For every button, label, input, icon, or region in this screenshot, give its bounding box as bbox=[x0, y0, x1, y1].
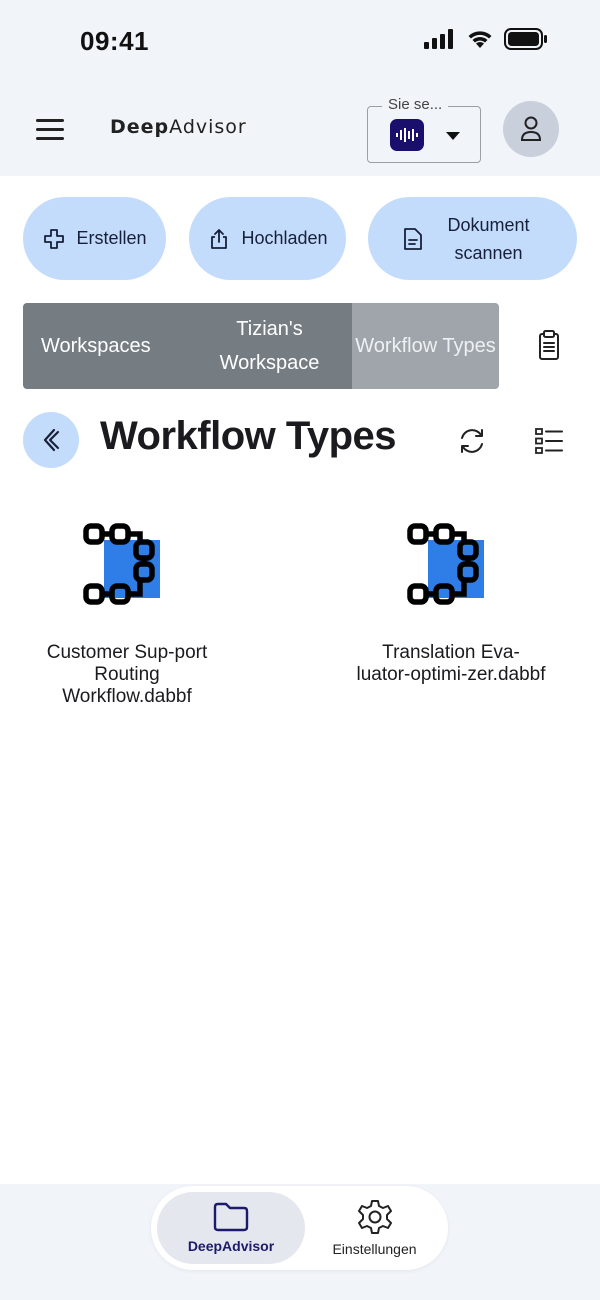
voice-select[interactable]: Sie se... bbox=[367, 96, 481, 163]
upload-button-label: Hochladen bbox=[241, 228, 328, 248]
folder-icon bbox=[213, 1202, 249, 1232]
nav-label-deepadvisor: DeepAdvisor bbox=[187, 1238, 275, 1254]
back-button[interactable] bbox=[23, 412, 79, 468]
upload-button[interactable]: Hochladen bbox=[189, 197, 346, 280]
breadcrumb-item-workflow-types[interactable]: Workflow Types bbox=[352, 303, 499, 389]
workflow-icon bbox=[407, 523, 484, 605]
plus-icon bbox=[44, 228, 65, 249]
signal-icon bbox=[424, 29, 453, 49]
brand-part-deep: Deep bbox=[110, 116, 170, 138]
app-brand: DeepAdvisor bbox=[110, 116, 247, 138]
audio-wave-icon bbox=[390, 119, 424, 151]
chevron-left-icon bbox=[43, 428, 60, 452]
page-title: Workflow Types bbox=[100, 414, 397, 458]
nav-label-settings: Einstellungen bbox=[332, 1241, 417, 1257]
breadcrumb-item-workspaces[interactable]: Workspaces bbox=[23, 303, 187, 389]
workflow-icon bbox=[83, 523, 160, 605]
bottom-navigation: DeepAdvisor Einstellungen bbox=[0, 1184, 600, 1300]
wifi-icon bbox=[468, 31, 492, 48]
status-bar: 09:41 bbox=[0, 0, 600, 84]
voice-select-label: Sie se... bbox=[382, 96, 449, 113]
scan-document-button[interactable]: Dokument scannen bbox=[368, 197, 577, 280]
brand-part-advisor: Advisor bbox=[169, 116, 247, 138]
scan-document-button-label: Dokument scannen bbox=[447, 214, 530, 263]
caret-down-icon bbox=[446, 132, 460, 140]
status-time: 09:41 bbox=[80, 26, 149, 56]
document-icon bbox=[403, 227, 422, 250]
menu-icon[interactable] bbox=[36, 112, 70, 146]
nav-pill: DeepAdvisor Einstellungen bbox=[151, 1186, 448, 1270]
nav-item-deepadvisor[interactable]: DeepAdvisor bbox=[157, 1192, 305, 1264]
breadcrumb: Workspaces Tizian's Workspace Workflow T… bbox=[23, 303, 499, 389]
gear-icon bbox=[357, 1200, 392, 1234]
list-view-icon[interactable] bbox=[532, 424, 566, 458]
app-bar: DeepAdvisor Sie se... bbox=[0, 84, 600, 176]
file-name: Translation Eva-luator-optimi-zer.dabbf bbox=[356, 642, 546, 685]
battery-icon bbox=[504, 28, 547, 50]
avatar[interactable] bbox=[503, 101, 559, 157]
user-icon bbox=[520, 116, 542, 141]
breadcrumb-item-tizians-workspace[interactable]: Tizian's Workspace bbox=[187, 303, 352, 389]
file-item[interactable]: Customer Sup-port Routing Workflow.dabbf bbox=[32, 518, 222, 708]
create-button-label: Erstellen bbox=[76, 228, 147, 248]
file-item[interactable]: Translation Eva-luator-optimi-zer.dabbf bbox=[356, 518, 546, 686]
clipboard-icon[interactable] bbox=[533, 329, 565, 363]
nav-item-settings[interactable]: Einstellungen bbox=[307, 1192, 442, 1264]
status-icons bbox=[424, 28, 548, 50]
create-button[interactable]: Erstellen bbox=[23, 197, 166, 280]
refresh-icon[interactable] bbox=[455, 424, 489, 458]
upload-icon bbox=[211, 228, 228, 249]
file-name: Customer Sup-port Routing Workflow.dabbf bbox=[46, 642, 208, 707]
